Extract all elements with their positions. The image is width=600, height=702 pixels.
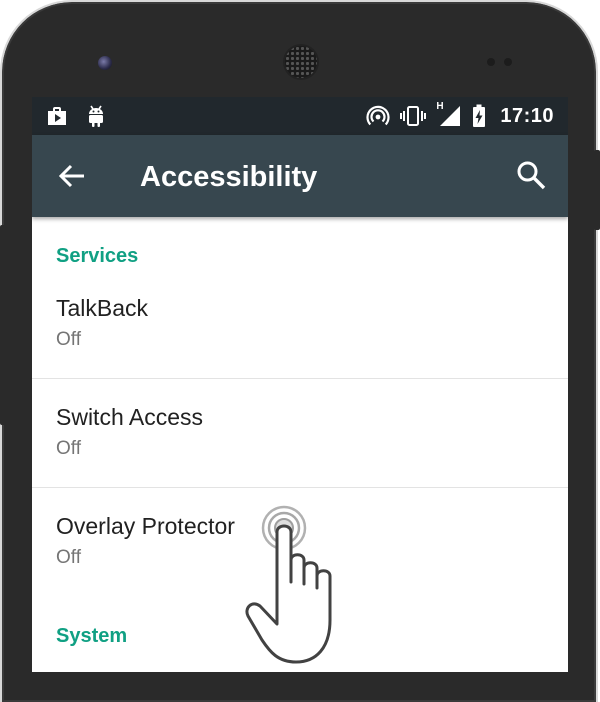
front-camera <box>98 56 112 70</box>
battery-charging-icon <box>473 104 486 127</box>
arrow-back-icon[interactable] <box>58 163 86 189</box>
list-item-overlay-protector[interactable]: Overlay Protector Off <box>32 488 568 596</box>
status-bar: H 17:10 <box>32 97 568 135</box>
list-item-summary: Off <box>56 547 81 568</box>
android-icon <box>89 105 103 127</box>
screen: H 17:10 Accessibility Services TalkBack … <box>32 97 568 672</box>
network-type-label: H <box>436 101 444 112</box>
list-item-summary: Off <box>56 438 81 459</box>
section-header-system: System <box>56 625 128 647</box>
volume-button <box>0 225 6 425</box>
page-title: Accessibility <box>140 161 318 193</box>
signal-h-icon: H <box>436 101 462 128</box>
list-item-title: Overlay Protector <box>56 513 235 539</box>
light-sensor <box>504 58 512 66</box>
list-item-title: Switch Access <box>56 404 203 430</box>
earpiece-speaker <box>285 46 317 78</box>
list-item-summary: Off <box>56 329 81 350</box>
list-item-talkback[interactable]: TalkBack Off <box>32 277 568 377</box>
vibrate-icon <box>400 106 427 126</box>
list-item-switch-access[interactable]: Switch Access Off <box>32 379 568 487</box>
app-toolbar: Accessibility <box>32 135 568 217</box>
play-store-bag-icon <box>48 107 66 125</box>
proximity-sensor <box>487 58 495 66</box>
search-icon[interactable] <box>516 160 546 190</box>
section-header-services: Services <box>56 245 139 267</box>
power-button <box>594 150 600 230</box>
status-clock: 17:10 <box>500 104 554 127</box>
list-item-title: TalkBack <box>56 295 149 321</box>
hotspot-icon <box>366 105 390 126</box>
